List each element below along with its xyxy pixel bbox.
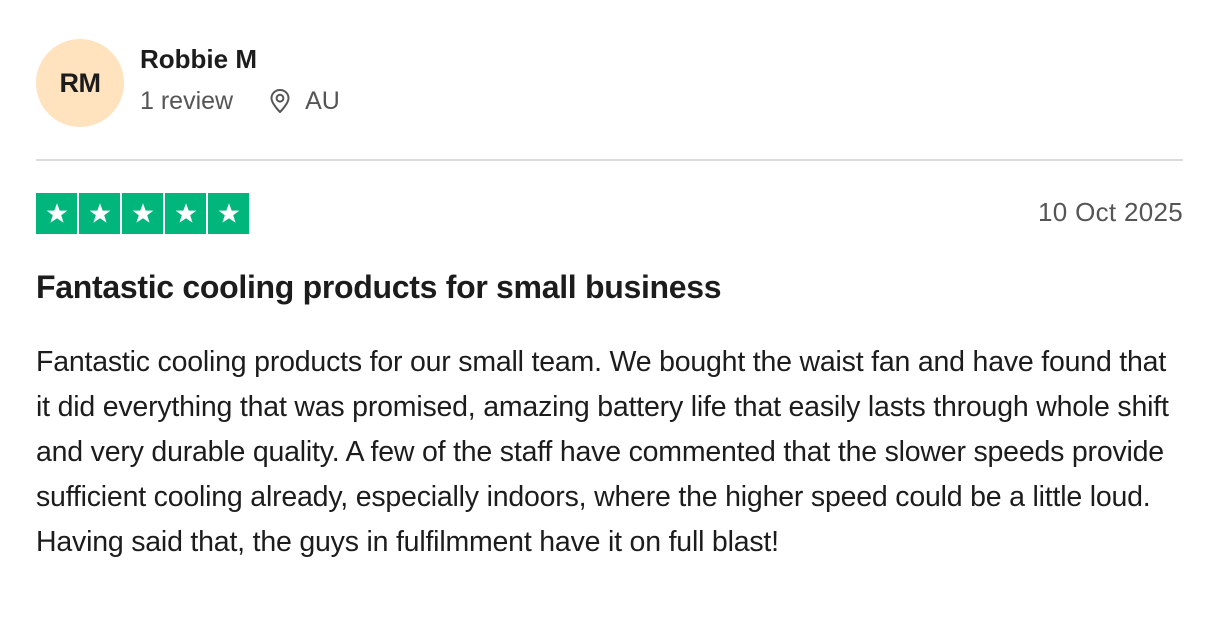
- review-body: Fantastic cooling products for our small…: [36, 346, 1169, 558]
- rating-row: 10 Oct 2025: [36, 193, 1183, 234]
- star-5: [208, 193, 249, 234]
- reviewer-location: AU: [267, 86, 340, 116]
- review-title[interactable]: Fantastic cooling products for small bus…: [36, 267, 722, 307]
- reviewer-name[interactable]: Robbie M: [140, 44, 340, 74]
- star-icon: [218, 202, 239, 223]
- divider: [36, 159, 1183, 161]
- review-card: RM Robbie M 1 review AU 10 Oct 2025 Fant…: [36, 39, 1183, 558]
- location-label: AU: [305, 87, 340, 115]
- star-3: [122, 193, 163, 234]
- review-date: 10 Oct 2025: [1038, 197, 1183, 227]
- star-icon: [175, 202, 196, 223]
- star-icon: [132, 202, 153, 223]
- star-rating: [36, 193, 1183, 234]
- star-4: [165, 193, 206, 234]
- avatar[interactable]: RM: [36, 39, 124, 127]
- star-1: [36, 193, 77, 234]
- review-count: 1 review: [140, 87, 234, 115]
- reviewer-meta: 1 review AU: [140, 86, 340, 116]
- star-2: [79, 193, 120, 234]
- star-icon: [46, 202, 67, 223]
- map-pin-icon: [267, 88, 293, 114]
- reviewer-info: Robbie M 1 review AU: [140, 44, 340, 116]
- star-icon: [89, 202, 110, 223]
- reviewer-header: RM Robbie M 1 review AU: [36, 39, 1183, 127]
